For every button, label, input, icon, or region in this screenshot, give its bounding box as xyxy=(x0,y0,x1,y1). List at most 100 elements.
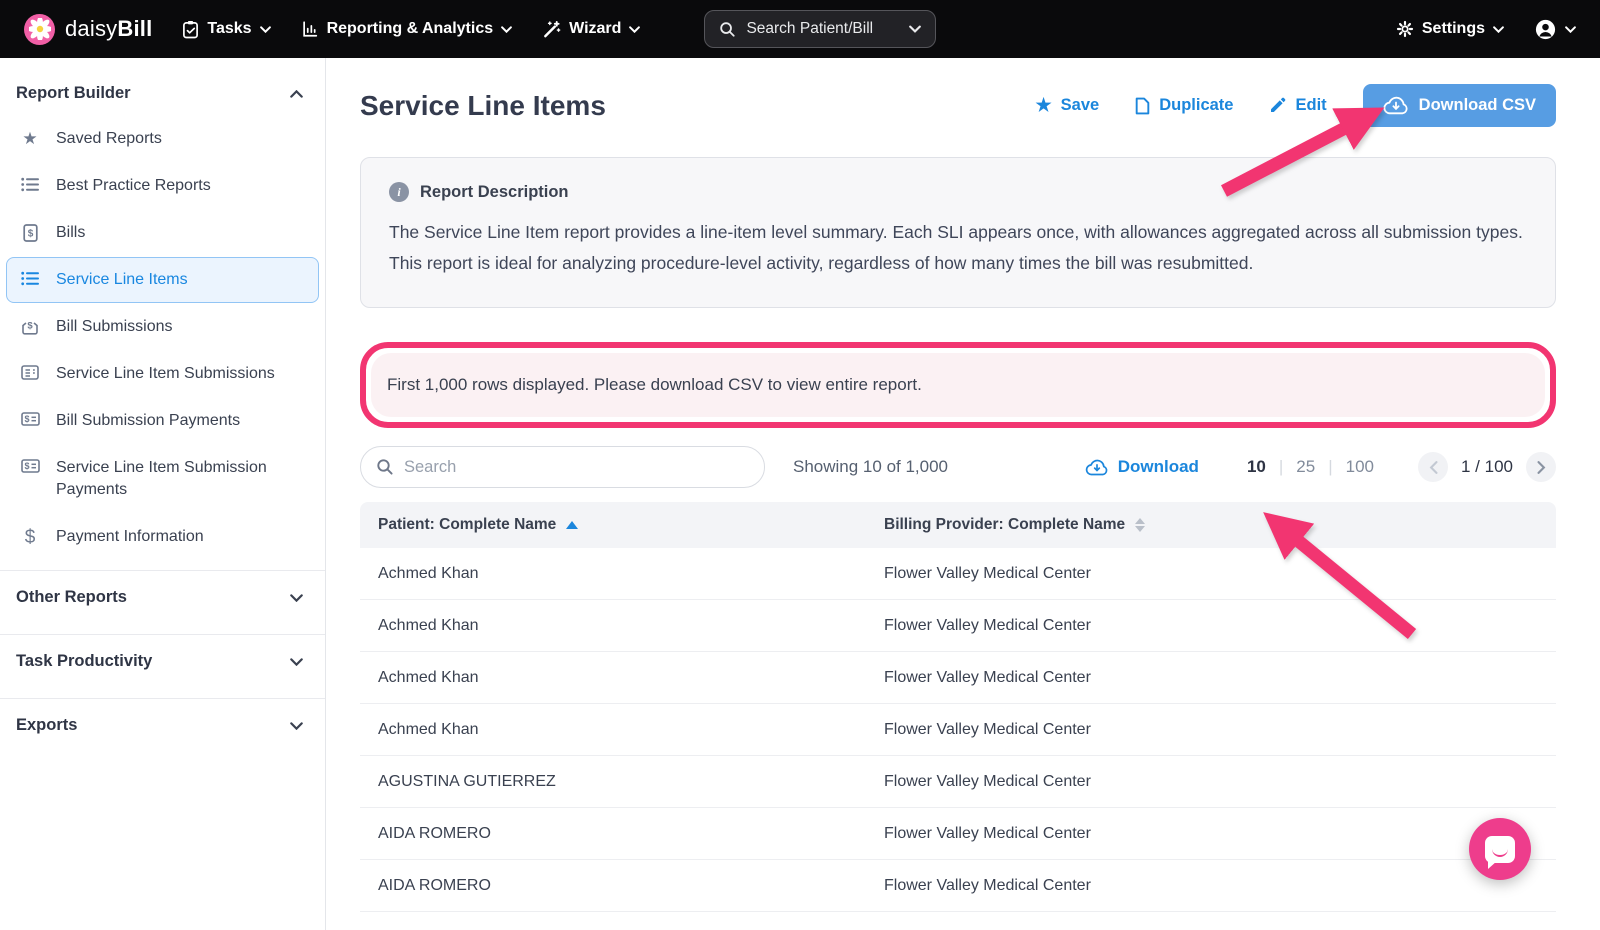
download-link[interactable]: Download xyxy=(1085,457,1199,477)
nav-wizard[interactable]: Wizard xyxy=(542,20,640,39)
sidebar-item-label: Bill Submission Payments xyxy=(56,410,240,432)
page-size-100[interactable]: 100 xyxy=(1346,457,1374,477)
showing-count: Showing 10 of 1,000 xyxy=(793,457,948,477)
nav-reporting-analytics[interactable]: Reporting & Analytics xyxy=(301,20,513,38)
pencil-icon xyxy=(1269,97,1286,114)
sidebar-item-service-line-item-submission-payments[interactable]: $ Service Line Item Submission Payments xyxy=(6,445,319,513)
payment-check-icon: $ xyxy=(19,459,41,473)
table-row[interactable]: Achmed Khan Flower Valley Medical Center xyxy=(360,548,1556,600)
edit-button[interactable]: Edit xyxy=(1269,96,1326,115)
report-description-panel: i Report Description The Service Line It… xyxy=(360,157,1556,308)
duplicate-button[interactable]: Duplicate xyxy=(1135,96,1233,115)
nav-reporting-label: Reporting & Analytics xyxy=(327,20,494,38)
chat-bubble-icon xyxy=(1485,836,1515,863)
download-csv-button[interactable]: Download CSV xyxy=(1363,84,1556,127)
patient-name-cell: Achmed Khan xyxy=(360,721,884,739)
chevron-down-icon xyxy=(629,26,640,33)
sidebar-section-exports[interactable]: Exports xyxy=(0,698,325,752)
chat-launcher-button[interactable] xyxy=(1469,818,1531,880)
section-label: Report Builder xyxy=(16,84,131,103)
page-indicator: 1 / 100 xyxy=(1461,457,1513,477)
table-row[interactable]: Achmed Khan Flower Valley Medical Center xyxy=(360,600,1556,652)
user-avatar-icon xyxy=(1534,18,1557,41)
section-label: Task Productivity xyxy=(16,652,152,671)
pagination: 1 / 100 xyxy=(1418,452,1556,482)
nav-settings-label: Settings xyxy=(1422,20,1485,38)
table-header-row: Patient: Complete Name Billing Provider:… xyxy=(360,502,1556,548)
daisy-flower-icon xyxy=(24,14,55,45)
nav-tasks[interactable]: Tasks xyxy=(182,20,270,39)
nav-settings[interactable]: Settings xyxy=(1396,20,1504,38)
sidebar-item-best-practice-reports[interactable]: Best Practice Reports xyxy=(6,163,319,209)
sidebar-item-saved-reports[interactable]: ★ Saved Reports xyxy=(6,116,319,162)
sidebar-section-other-reports[interactable]: Other Reports xyxy=(0,570,325,624)
save-button[interactable]: ★ Save xyxy=(1036,95,1100,116)
chevron-up-icon xyxy=(290,90,303,98)
table-toolbar: Showing 10 of 1,000 Download 10 | 25 | 1… xyxy=(360,446,1556,488)
table-row[interactable]: AIDA ROMERO Flower Valley Medical Center xyxy=(360,860,1556,912)
sidebar-item-label: Service Line Item Submissions xyxy=(56,363,275,385)
global-search-label: Search Patient/Bill xyxy=(746,20,899,38)
patient-name-cell: AIDA ROMERO xyxy=(360,825,884,843)
report-description-title: Report Description xyxy=(420,183,569,202)
rows-limit-notice: First 1,000 rows displayed. Please downl… xyxy=(371,353,1545,417)
sidebar-item-bill-submission-payments[interactable]: $ Bill Submission Payments xyxy=(6,398,319,444)
sort-ascending-icon xyxy=(566,521,578,529)
sidebar-item-bill-submissions[interactable]: $ Bill Submissions xyxy=(6,304,319,350)
global-search-trigger[interactable]: Search Patient/Bill xyxy=(704,10,936,48)
main-content: Service Line Items ★ Save Duplicate xyxy=(326,58,1600,930)
chevron-down-icon xyxy=(290,722,303,730)
page-size-10[interactable]: 10 xyxy=(1247,457,1266,477)
table-row[interactable]: AIDA ROMERO Flower Valley Medical Center xyxy=(360,808,1556,860)
sidebar-item-payment-information[interactable]: $ Payment Information xyxy=(6,514,319,560)
sidebar-item-bills[interactable]: $ Bills xyxy=(6,210,319,256)
sidebar-section-report-builder[interactable]: Report Builder xyxy=(0,66,325,115)
search-icon xyxy=(376,458,394,476)
sort-toggle-icon xyxy=(1135,518,1145,532)
bulleted-list-icon xyxy=(19,177,41,192)
svg-text:$: $ xyxy=(27,321,33,332)
daisybill-logo[interactable]: daisyBill xyxy=(24,14,152,45)
bill-document-icon: $ xyxy=(19,224,41,242)
sidebar-item-label: Bill Submissions xyxy=(56,316,172,338)
table-search-box xyxy=(360,446,765,488)
sidebar-item-label: Payment Information xyxy=(56,526,204,548)
envelope-dollar-icon: $ xyxy=(19,318,41,335)
sidebar-item-service-line-item-submissions[interactable]: Service Line Item Submissions xyxy=(6,351,319,397)
cloud-download-icon xyxy=(1383,96,1409,115)
billing-provider-cell: Flower Valley Medical Center xyxy=(884,877,1556,895)
chevron-down-icon xyxy=(909,25,921,33)
document-icon xyxy=(1135,97,1150,115)
billing-provider-cell: Flower Valley Medical Center xyxy=(884,721,1556,739)
chevron-down-icon xyxy=(290,594,303,602)
table-row[interactable]: Achmed Khan Flower Valley Medical Center xyxy=(360,704,1556,756)
patient-name-cell: AIDA ROMERO xyxy=(360,877,884,895)
sidebar-item-label: Best Practice Reports xyxy=(56,175,211,197)
next-page-button[interactable] xyxy=(1526,452,1556,482)
chevron-down-icon xyxy=(501,26,512,33)
svg-text:$: $ xyxy=(24,414,29,424)
report-table: Patient: Complete Name Billing Provider:… xyxy=(360,502,1556,912)
top-nav: daisyBill Tasks Reporting & Analytics xyxy=(0,0,1600,58)
star-icon: ★ xyxy=(19,130,41,147)
sidebar-item-service-line-items[interactable]: Service Line Items xyxy=(6,257,319,303)
svg-text:$: $ xyxy=(27,228,33,239)
page-size-selector: 10 | 25 | 100 xyxy=(1247,457,1374,477)
search-input[interactable] xyxy=(404,458,749,477)
table-row[interactable]: Achmed Khan Flower Valley Medical Center xyxy=(360,652,1556,704)
nav-account-menu[interactable] xyxy=(1534,18,1576,41)
column-header-patient[interactable]: Patient: Complete Name xyxy=(360,516,884,534)
sidebar-section-task-productivity[interactable]: Task Productivity xyxy=(0,634,325,688)
column-header-billing-provider[interactable]: Billing Provider: Complete Name xyxy=(884,516,1556,534)
nav-tasks-label: Tasks xyxy=(207,20,251,38)
page-size-25[interactable]: 25 xyxy=(1296,457,1315,477)
patient-name-cell: Achmed Khan xyxy=(360,617,884,635)
section-label: Exports xyxy=(16,716,77,735)
gear-icon xyxy=(1396,20,1414,38)
previous-page-button[interactable] xyxy=(1418,452,1448,482)
svg-text:$: $ xyxy=(24,461,29,471)
chevron-down-icon xyxy=(260,26,271,33)
info-icon: i xyxy=(389,182,409,202)
magic-wand-icon xyxy=(542,20,561,39)
table-row[interactable]: AGUSTINA GUTIERREZ Flower Valley Medical… xyxy=(360,756,1556,808)
